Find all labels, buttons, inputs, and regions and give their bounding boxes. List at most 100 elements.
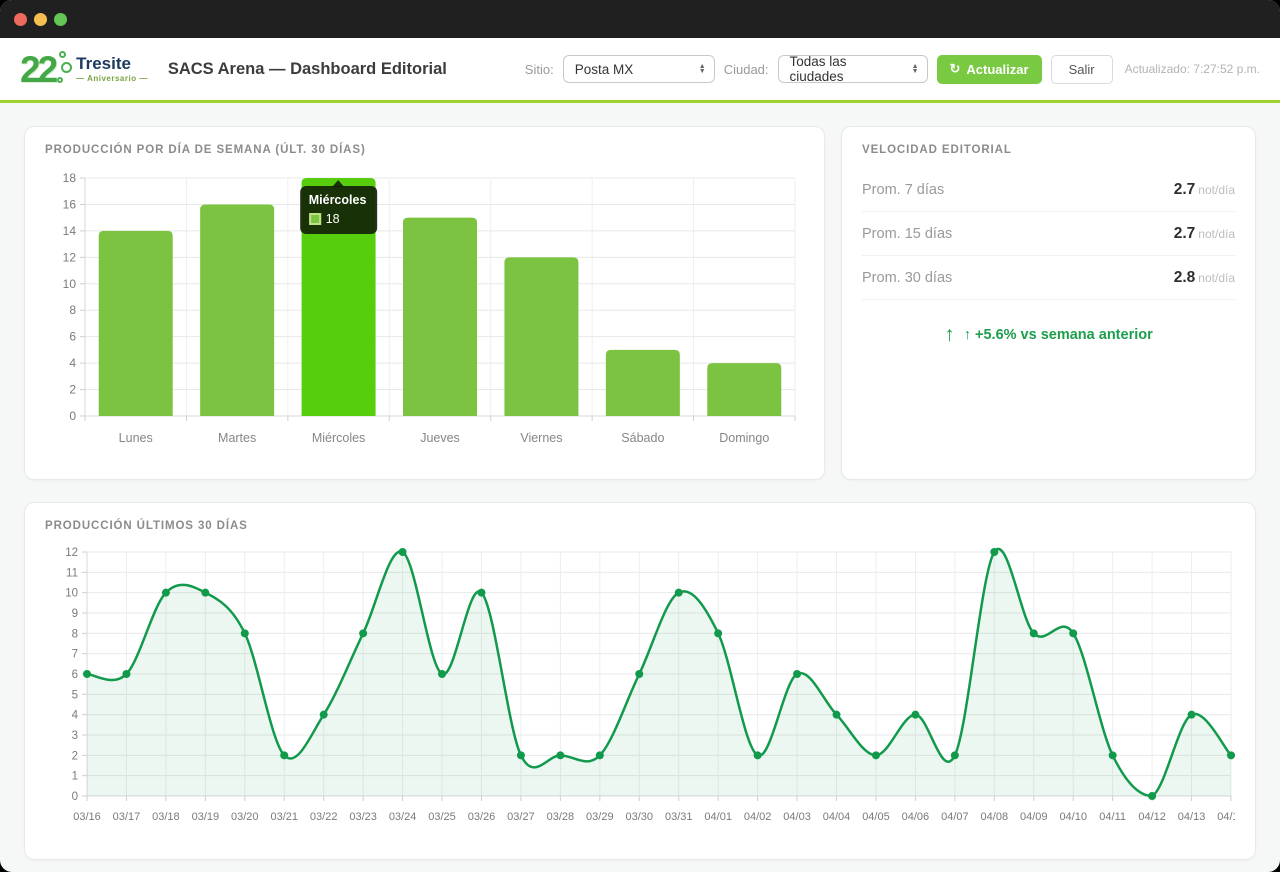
- svg-text:04/08: 04/08: [981, 811, 1009, 823]
- svg-text:04/11: 04/11: [1099, 811, 1126, 823]
- city-select-label: Ciudad:: [724, 62, 769, 77]
- svg-text:03/30: 03/30: [626, 811, 654, 823]
- svg-text:03/27: 03/27: [507, 811, 535, 823]
- svg-text:03/18: 03/18: [152, 811, 180, 823]
- bar-chart-svg[interactable]: 024681012141618LunesMartesMiércolesJueve…: [45, 168, 802, 460]
- bar-tooltip-swatch: [309, 213, 321, 225]
- velocity-row-30d: Prom. 30 días 2.8not/día: [862, 256, 1235, 300]
- svg-text:5: 5: [72, 689, 78, 701]
- svg-text:Sábado: Sábado: [621, 431, 664, 445]
- velocity-row-label: Prom. 7 días: [862, 182, 944, 198]
- velocity-row-value: 2.8: [1174, 269, 1196, 286]
- svg-text:04/05: 04/05: [862, 811, 890, 823]
- svg-text:03/16: 03/16: [73, 811, 101, 823]
- svg-text:Domingo: Domingo: [719, 431, 769, 445]
- svg-text:Jueves: Jueves: [420, 431, 460, 445]
- line-chart-svg[interactable]: 012345678910111203/1603/1703/1803/1903/2…: [45, 544, 1235, 840]
- svg-text:04/03: 04/03: [783, 811, 811, 823]
- svg-text:04/04: 04/04: [823, 811, 851, 823]
- svg-text:03/29: 03/29: [586, 811, 614, 823]
- logout-button[interactable]: Salir: [1051, 55, 1113, 84]
- dashboard-main: PRODUCCIÓN POR DÍA DE SEMANA (ÚLT. 30 DÍ…: [0, 103, 1280, 872]
- page-title: SACS Arena — Dashboard Editorial: [168, 60, 447, 79]
- daily-line-chart[interactable]: 012345678910111203/1603/1703/1803/1903/2…: [45, 544, 1235, 845]
- site-select[interactable]: Posta MX ▲ ▼: [563, 55, 715, 83]
- weekly-trend-indicator: ↑ ↑ +5.6% vs semana anterior: [862, 324, 1235, 345]
- daily-card-title: PRODUCCIÓN ÚLTIMOS 30 DÍAS: [45, 520, 1235, 532]
- svg-text:04/14: 04/14: [1217, 811, 1235, 823]
- svg-text:03/21: 03/21: [270, 811, 298, 823]
- logo-tagline: — Aniversario —: [76, 74, 148, 83]
- svg-text:2: 2: [72, 750, 78, 762]
- bar-tooltip-value: 18: [326, 212, 340, 226]
- svg-text:12: 12: [63, 250, 77, 264]
- logo-number: 22: [20, 51, 55, 88]
- logo-bubbles-icon: [57, 49, 73, 89]
- velocity-row-label: Prom. 30 días: [862, 270, 952, 286]
- svg-text:03/24: 03/24: [389, 811, 417, 823]
- svg-text:3: 3: [72, 730, 78, 742]
- svg-text:6: 6: [72, 669, 78, 681]
- svg-text:04/13: 04/13: [1178, 811, 1206, 823]
- site-select-label: Sitio:: [525, 62, 554, 77]
- svg-text:04/12: 04/12: [1138, 811, 1166, 823]
- window-titlebar: [0, 0, 1280, 38]
- last-updated-text: Actualizado: 7:27:52 p.m.: [1125, 62, 1260, 76]
- svg-text:03/26: 03/26: [468, 811, 496, 823]
- svg-text:12: 12: [65, 547, 78, 559]
- svg-text:10: 10: [65, 588, 78, 600]
- svg-text:1: 1: [72, 771, 78, 783]
- refresh-icon: ↻: [950, 61, 961, 77]
- editorial-velocity-card: VELOCIDAD EDITORIAL Prom. 7 días 2.7not/…: [841, 126, 1256, 480]
- svg-text:03/31: 03/31: [665, 811, 693, 823]
- svg-text:6: 6: [69, 330, 76, 344]
- svg-text:Martes: Martes: [218, 431, 256, 445]
- svg-text:04/07: 04/07: [941, 811, 969, 823]
- site-select-value: Posta MX: [575, 62, 634, 77]
- logout-button-label: Salir: [1069, 62, 1095, 77]
- bar-tooltip-label: Miércoles: [309, 193, 367, 207]
- svg-text:16: 16: [63, 197, 77, 211]
- weekday-bar-chart[interactable]: 024681012141618LunesMartesMiércolesJueve…: [45, 168, 804, 465]
- svg-text:2: 2: [69, 383, 76, 397]
- svg-text:04/02: 04/02: [744, 811, 772, 823]
- select-chevrons-icon: ▲ ▼: [699, 64, 706, 74]
- logo-brand-name: Tresite: [76, 55, 148, 74]
- select-chevrons-icon: ▲ ▼: [912, 64, 919, 74]
- velocity-row-value: 2.7: [1174, 225, 1196, 242]
- velocity-row-15d: Prom. 15 días 2.7not/día: [862, 212, 1235, 256]
- svg-text:4: 4: [69, 356, 76, 370]
- trend-up-arrow-icon: ↑: [944, 324, 955, 345]
- svg-text:Lunes: Lunes: [119, 431, 153, 445]
- svg-text:04/01: 04/01: [704, 811, 732, 823]
- svg-text:04/06: 04/06: [902, 811, 930, 823]
- svg-text:03/22: 03/22: [310, 811, 338, 823]
- zoom-window-icon[interactable]: [54, 13, 67, 26]
- trend-text: ↑ +5.6% vs semana anterior: [964, 327, 1153, 343]
- svg-text:8: 8: [69, 303, 76, 317]
- tresite-logo: 22 Tresite — Aniversario —: [20, 49, 148, 89]
- svg-text:9: 9: [72, 608, 78, 620]
- refresh-button-label: Actualizar: [966, 62, 1028, 77]
- svg-text:10: 10: [63, 277, 77, 291]
- velocity-row-7d: Prom. 7 días 2.7not/día: [862, 168, 1235, 212]
- refresh-button[interactable]: ↻ Actualizar: [937, 55, 1042, 84]
- daily-production-card: PRODUCCIÓN ÚLTIMOS 30 DÍAS 0123456789101…: [24, 502, 1256, 860]
- minimize-window-icon[interactable]: [34, 13, 47, 26]
- svg-text:03/25: 03/25: [428, 811, 456, 823]
- weekday-production-card: PRODUCCIÓN POR DÍA DE SEMANA (ÚLT. 30 DÍ…: [24, 126, 825, 480]
- svg-text:03/23: 03/23: [349, 811, 377, 823]
- svg-text:04/10: 04/10: [1059, 811, 1087, 823]
- svg-text:03/28: 03/28: [547, 811, 575, 823]
- city-select-value: Todas las ciudades: [790, 54, 904, 84]
- velocity-row-label: Prom. 15 días: [862, 226, 952, 242]
- close-window-icon[interactable]: [14, 13, 27, 26]
- svg-text:0: 0: [72, 791, 78, 803]
- app-window: 22 Tresite — Aniversario — SACS Arena — …: [0, 0, 1280, 872]
- city-select[interactable]: Todas las ciudades ▲ ▼: [778, 55, 928, 83]
- svg-text:03/17: 03/17: [113, 811, 141, 823]
- header-controls: Sitio: Posta MX ▲ ▼ Ciudad: Todas las ci…: [525, 55, 1260, 84]
- svg-text:03/19: 03/19: [192, 811, 220, 823]
- app-header: 22 Tresite — Aniversario — SACS Arena — …: [0, 38, 1280, 100]
- velocity-row-unit: not/día: [1198, 271, 1235, 285]
